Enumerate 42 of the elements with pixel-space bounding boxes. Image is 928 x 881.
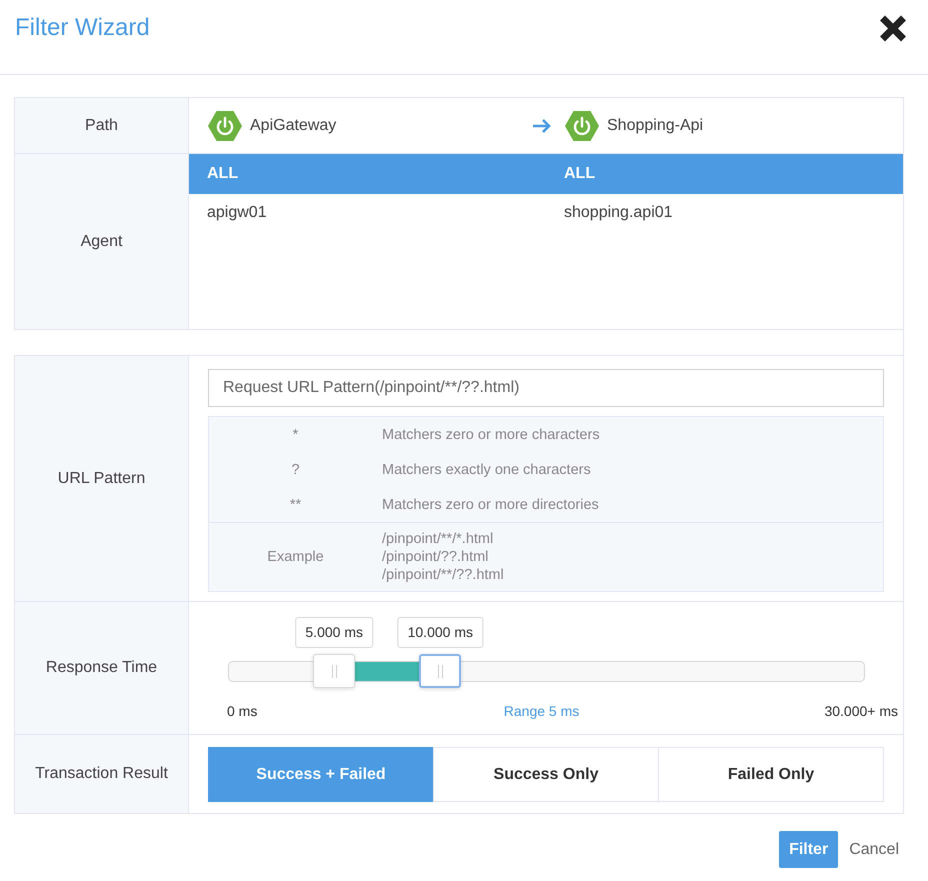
range-label: Range 5 ms [504, 703, 580, 720]
slider-track[interactable] [228, 654, 865, 688]
grip-icon [332, 664, 337, 678]
pattern-symbol: ? [291, 462, 300, 478]
pattern-description: Matchers zero or more directories [382, 496, 599, 512]
example-pattern: /pinpoint/??.html [382, 548, 488, 566]
result-option-button[interactable]: Success + Failed [208, 747, 434, 802]
filter-button[interactable]: Filter [779, 831, 838, 868]
handle-value-label: 5.000 ms [295, 617, 373, 648]
agent-list-item[interactable]: ALL [546, 154, 903, 194]
close-icon[interactable] [878, 14, 908, 43]
node-name: Shopping-Api [607, 116, 704, 134]
pattern-symbol: ** [290, 496, 302, 512]
row-label: Transaction Result [15, 735, 189, 813]
result-option-button[interactable]: Failed Only [658, 747, 884, 802]
row-label: Response Time [15, 602, 189, 735]
agent-list-item[interactable]: shopping.api01 [546, 194, 903, 232]
agent-list-item[interactable]: apigw01 [189, 194, 546, 232]
row-label: URL Pattern [15, 356, 189, 602]
node-name: ApiGateway [250, 116, 336, 134]
max-label: 30.000+ ms [823, 703, 898, 720]
power-hexagon-icon [208, 110, 242, 142]
example-pattern: /pinpoint/**/*.html [382, 530, 494, 548]
example-label: Example [267, 549, 324, 565]
url-pattern-field[interactable]: Request URL Pattern(/pinpoint/**/??.html) [208, 369, 884, 407]
slider-handle[interactable] [419, 654, 462, 688]
power-hexagon-icon [565, 110, 599, 142]
pattern-description: Matchers zero or more characters [382, 426, 600, 442]
result-option-button[interactable]: Success Only [433, 747, 659, 802]
min-label: 0 ms [227, 703, 258, 720]
pattern-description: Matchers exactly one characters [382, 462, 591, 478]
grip-icon [438, 664, 443, 678]
arrow-icon [532, 118, 552, 134]
slider-handle[interactable] [313, 654, 356, 688]
handle-value-label: 10.000 ms [398, 617, 483, 648]
dialog-title: Filter Wizard [15, 13, 150, 43]
row-label: Path [15, 98, 189, 154]
agent-list-item[interactable]: ALL [189, 154, 546, 194]
cancel-button[interactable]: Cancel [849, 840, 899, 858]
row-label: Agent [15, 154, 189, 329]
pattern-symbol: * [292, 426, 298, 442]
example-pattern: /pinpoint/**/??.html [382, 566, 504, 584]
